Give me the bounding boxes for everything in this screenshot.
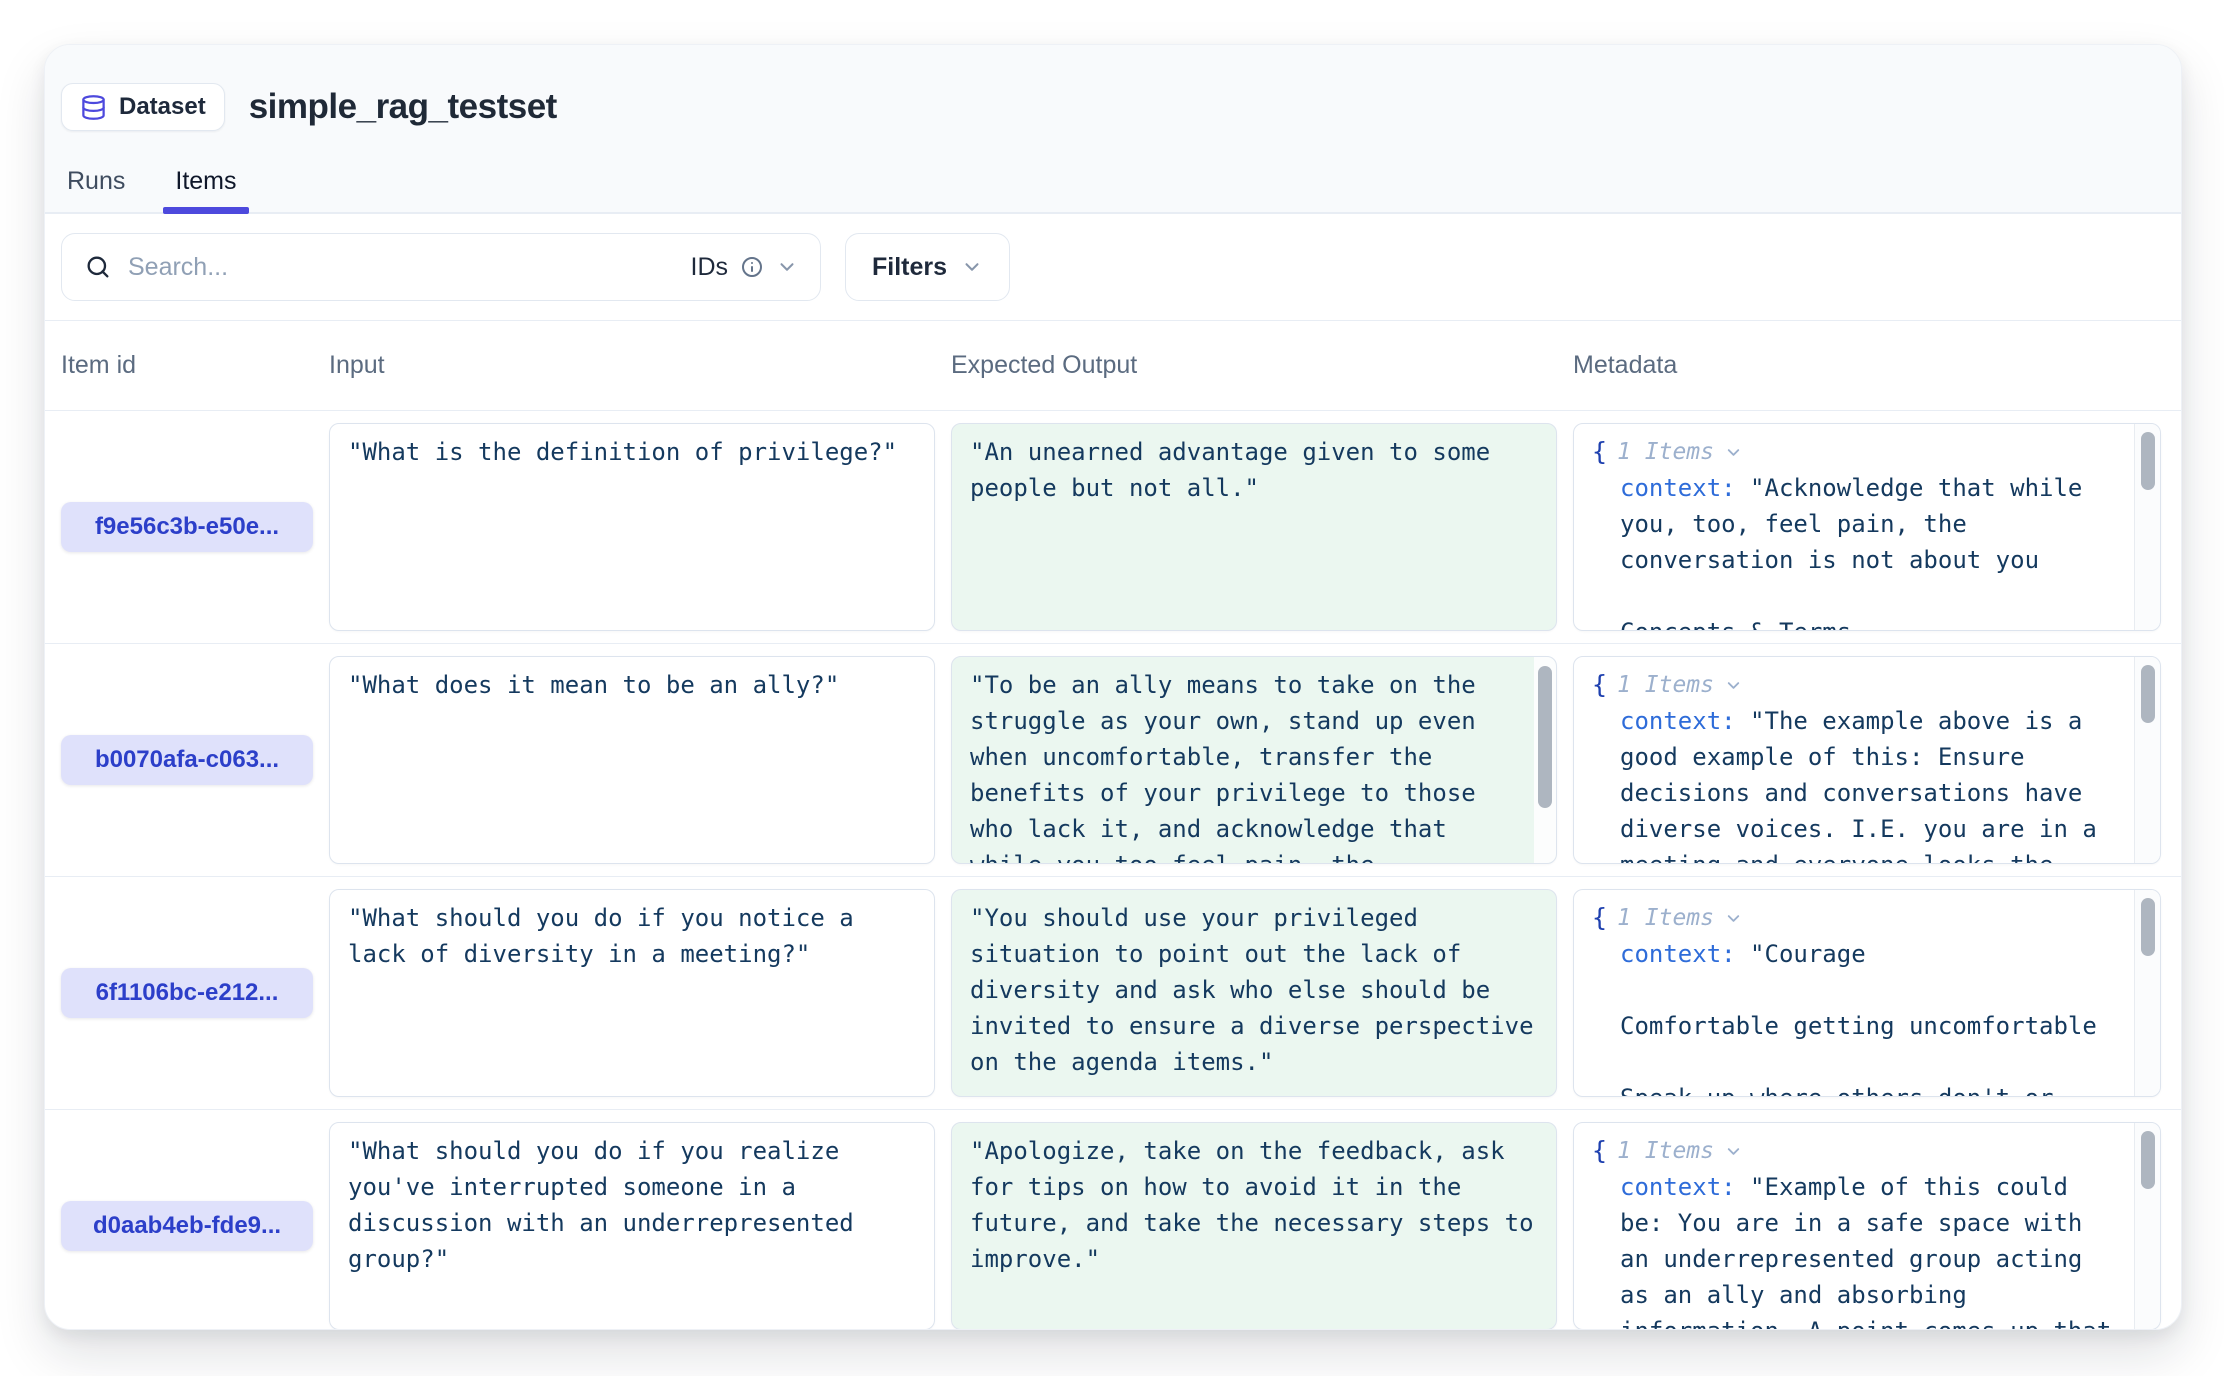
tab-items[interactable]: Items (171, 167, 240, 212)
expected-output-cell[interactable]: "You should use your privileged situatio… (951, 889, 1557, 1097)
search-icon (84, 253, 112, 281)
dataset-badge-label: Dataset (119, 93, 206, 121)
item-id-cell: 6f1106bc-e212... (61, 968, 313, 1018)
search-box[interactable]: IDs (61, 233, 821, 301)
json-entry: context: "Example of this could be: You … (1620, 1169, 2116, 1330)
expected-output-text: "To be an ally means to take on the stru… (970, 671, 1490, 864)
filters-label: Filters (872, 253, 947, 282)
input-text: "What is the definition of privilege?" (348, 438, 897, 466)
json-brace: { (1592, 900, 1607, 936)
input-text: "What does it mean to be an ally?" (348, 671, 839, 699)
filters-button[interactable]: Filters (845, 233, 1010, 301)
json-key: context: (1620, 474, 1736, 502)
search-input[interactable] (128, 253, 675, 282)
title-row: Dataset simple_rag_testset (61, 79, 2153, 135)
chevron-down-icon (1724, 443, 1743, 462)
item-id-badge[interactable]: 6f1106bc-e212... (61, 968, 313, 1018)
input-text: "What should you do if you notice a lack… (348, 904, 868, 968)
json-key: context: (1620, 940, 1736, 968)
scrollbar-thumb[interactable] (2141, 1131, 2155, 1189)
expected-output-text: "Apologize, take on the feedback, ask fo… (970, 1137, 1548, 1273)
table-row: b0070afa-c063... "What does it mean to b… (45, 644, 2181, 877)
item-id-cell: b0070afa-c063... (61, 735, 313, 785)
metadata-cell[interactable]: { 1 Items context: "Example of this coul… (1573, 1122, 2161, 1330)
json-items-count: 1 Items (1617, 1133, 1714, 1169)
expected-output-text: "An unearned advantage given to some peo… (970, 438, 1505, 502)
json-brace: { (1592, 1133, 1607, 1169)
page-title: simple_rag_testset (249, 87, 557, 127)
json-items-count: 1 Items (1617, 900, 1714, 936)
json-key: context: (1620, 707, 1736, 735)
scrollbar-thumb[interactable] (2141, 432, 2155, 490)
json-items-count: 1 Items (1617, 434, 1714, 470)
metadata-scrollbar-track[interactable] (2134, 657, 2160, 863)
output-scrollbar-track[interactable] (1534, 657, 1556, 863)
table-row: f9e56c3b-e50e... "What is the definition… (45, 411, 2181, 644)
input-cell[interactable]: "What should you do if you notice a lack… (329, 889, 935, 1097)
metadata-scrollbar-track[interactable] (2134, 890, 2160, 1096)
input-cell[interactable]: "What should you do if you realize you'v… (329, 1122, 935, 1330)
table-header: Item id Input Expected Output Metadata (45, 321, 2181, 411)
item-id-cell: f9e56c3b-e50e... (61, 502, 313, 552)
chevron-down-icon (1724, 1142, 1743, 1161)
json-entry: context: "Courage Comfortable getting un… (1620, 936, 2116, 1097)
json-key: context: (1620, 1173, 1736, 1201)
metadata-cell[interactable]: { 1 Items context: "The example above is… (1573, 656, 2161, 864)
search-scope-dropdown[interactable]: IDs (691, 253, 799, 282)
chevron-down-icon (1724, 676, 1743, 695)
json-collapse-toggle[interactable]: { 1 Items (1592, 1133, 2116, 1169)
scrollbar-thumb[interactable] (2141, 898, 2155, 956)
json-collapse-toggle[interactable]: { 1 Items (1592, 900, 2116, 936)
metadata-cell[interactable]: { 1 Items context: "Acknowledge that whi… (1573, 423, 2161, 631)
search-scope-label: IDs (691, 253, 729, 282)
database-icon (80, 94, 107, 121)
json-collapse-toggle[interactable]: { 1 Items (1592, 667, 2116, 703)
dataset-type-badge: Dataset (61, 83, 225, 131)
input-text: "What should you do if you realize you'v… (348, 1137, 868, 1273)
expected-output-text: "You should use your privileged situatio… (970, 904, 1548, 1076)
metadata-scrollbar-track[interactable] (2134, 1123, 2160, 1329)
dataset-card: Dataset simple_rag_testset Runs Items ID… (44, 44, 2182, 1330)
input-cell[interactable]: "What is the definition of privilege?" (329, 423, 935, 631)
metadata-scrollbar-track[interactable] (2134, 424, 2160, 630)
chevron-down-icon (1724, 909, 1743, 928)
tab-bar: Runs Items (61, 167, 2153, 212)
input-cell[interactable]: "What does it mean to be an ally?" (329, 656, 935, 864)
toolbar: IDs Filters (45, 214, 2181, 321)
column-header-item-id: Item id (61, 353, 313, 378)
tab-runs[interactable]: Runs (63, 167, 129, 212)
scrollbar-thumb[interactable] (1538, 666, 1552, 808)
chevron-down-icon (776, 256, 798, 278)
json-collapse-toggle[interactable]: { 1 Items (1592, 434, 2116, 470)
json-entry: context: "Acknowledge that while you, to… (1620, 470, 2116, 631)
column-header-metadata: Metadata (1573, 353, 2161, 378)
table-row: d0aab4eb-fde9... "What should you do if … (45, 1110, 2181, 1330)
json-brace: { (1592, 667, 1607, 703)
item-id-badge[interactable]: b0070afa-c063... (61, 735, 313, 785)
table-row: 6f1106bc-e212... "What should you do if … (45, 877, 2181, 1110)
item-id-cell: d0aab4eb-fde9... (61, 1201, 313, 1251)
column-header-expected-output: Expected Output (951, 353, 1557, 378)
item-id-badge[interactable]: f9e56c3b-e50e... (61, 502, 313, 552)
json-entry: context: "The example above is a good ex… (1620, 703, 2116, 864)
metadata-cell[interactable]: { 1 Items context: "Courage Comfortable … (1573, 889, 2161, 1097)
card-header: Dataset simple_rag_testset Runs Items (45, 45, 2181, 214)
column-header-input: Input (329, 353, 935, 378)
scrollbar-thumb[interactable] (2141, 665, 2155, 723)
expected-output-cell[interactable]: "An unearned advantage given to some peo… (951, 423, 1557, 631)
expected-output-cell[interactable]: "To be an ally means to take on the stru… (951, 656, 1557, 864)
json-brace: { (1592, 434, 1607, 470)
chevron-down-icon (961, 256, 983, 278)
json-items-count: 1 Items (1617, 667, 1714, 703)
expected-output-cell[interactable]: "Apologize, take on the feedback, ask fo… (951, 1122, 1557, 1330)
info-icon (740, 255, 764, 279)
item-id-badge[interactable]: d0aab4eb-fde9... (61, 1201, 313, 1251)
